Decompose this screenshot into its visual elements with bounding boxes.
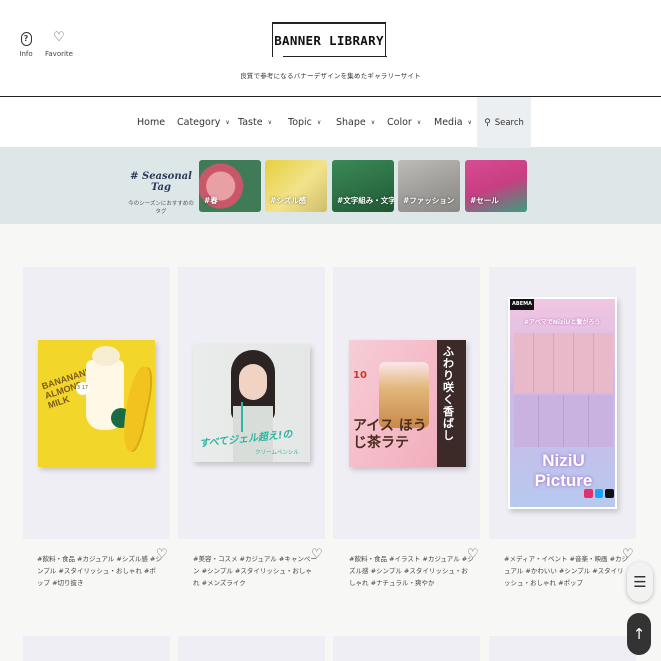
site-logo[interactable]: BANNER LIBRARY xyxy=(272,22,387,57)
banner-subline: クリームペンシル xyxy=(255,450,299,456)
pencil-icon xyxy=(241,402,243,432)
menu-icon[interactable]: ☰ xyxy=(627,562,653,602)
card-tags[interactable]: #飲料・食品 #イラスト #カジュアル #シズル感 #シンプル #スタイリッシュ… xyxy=(349,553,474,589)
banner-card-next-row[interactable] xyxy=(333,636,480,661)
search-icon: ⚲ xyxy=(484,117,491,128)
whipped-cream xyxy=(92,346,120,366)
banner-card-next-row[interactable] xyxy=(489,636,636,661)
banner-image[interactable]: ABEMA #アベマでNiziUと繋がろう NiziU Picture xyxy=(508,297,617,509)
nav-item-media[interactable]: Media ∨ xyxy=(434,97,472,148)
nav-label: Shape xyxy=(336,117,366,128)
banner-image[interactable]: すべてジェル超え!の クリームペンシル xyxy=(193,344,310,462)
number-badge: 10 xyxy=(353,370,367,381)
nav-item-topic[interactable]: Topic ∨ xyxy=(288,97,321,148)
nav-item-taste[interactable]: Taste ∨ xyxy=(238,97,272,148)
favorite-heart-icon[interactable]: ♡ xyxy=(311,547,323,562)
main-nav: Home Category ∨ Taste ∨ Topic ∨ Shape ∨ Colo… xyxy=(0,97,661,148)
nav-label: Topic xyxy=(288,117,312,128)
date-badge: 3 17 xyxy=(76,382,89,395)
seasonal-tag-label: #シズル感 xyxy=(270,196,307,205)
seasonal-title-block: # Seasonal Tag 今のシーズンにおすすめのタグ xyxy=(126,171,196,215)
seasonal-tag-label: #春 xyxy=(204,196,218,205)
twitter-icon xyxy=(594,489,604,498)
chevron-down-icon: ∨ xyxy=(467,119,472,126)
seasonal-subtitle: 今のシーズンにおすすめのタグ xyxy=(128,201,194,215)
seasonal-tag-tile[interactable]: #シズル感 xyxy=(265,160,327,212)
info-label: Info xyxy=(19,50,33,58)
site-header: ? Info ♡ Favorite BANNER LIBRARY 良質で参考にな… xyxy=(0,0,661,97)
banner-headline: NiziU Picture xyxy=(534,451,593,490)
favorite-heart-icon[interactable]: ♡ xyxy=(156,547,168,562)
seasonal-tag-strip: # Seasonal Tag 今のシーズンにおすすめのタグ #春 #シズル感 #… xyxy=(0,148,661,224)
nav-item-category[interactable]: Category ∨ xyxy=(177,97,230,148)
banner-card-next-row[interactable] xyxy=(178,636,325,661)
seasonal-tag-label: #文字組み・文字だけ xyxy=(337,196,394,205)
banner-card-next-row[interactable] xyxy=(23,636,170,661)
banner-card[interactable]: ABEMA #アベマでNiziUと繋がろう NiziU Picture xyxy=(489,267,636,539)
card-tags[interactable]: #美容・コスメ #カジュアル #キャンペーン #シンプル #スタイリッシュ・おし… xyxy=(193,553,318,589)
group-photo-row-1 xyxy=(514,333,613,393)
nav-label: Media xyxy=(434,117,463,128)
seasonal-title: # Seasonal Tag xyxy=(130,171,192,193)
chevron-down-icon: ∨ xyxy=(370,119,376,126)
chevron-down-icon: ∨ xyxy=(316,119,322,126)
card-tags[interactable]: #メディア・イベント #音楽・映画 #カジュアル #かわいい #シンプル #スタ… xyxy=(504,553,629,589)
chevron-down-icon: ∨ xyxy=(267,119,272,126)
banner-headline: アイス ほうじ茶ラテ xyxy=(353,418,427,451)
search-label: Search xyxy=(494,117,524,128)
vertical-copy: ふわり咲く 香ばし xyxy=(443,345,454,442)
site-tagline: 良質で参考になるバナーデザインを集めたギャラリーサイト xyxy=(240,72,421,80)
banner-card[interactable]: ふわり咲く 香ばし 10 アイス ほうじ茶ラテ xyxy=(333,267,480,539)
social-icons xyxy=(584,489,615,501)
seasonal-tag-tile[interactable]: #文字組み・文字だけ xyxy=(332,160,394,212)
seasonal-tag-tile[interactable]: #春 xyxy=(199,160,261,212)
nav-label: Category xyxy=(177,117,221,128)
banner-image[interactable]: ふわり咲く 香ばし 10 アイス ほうじ茶ラテ xyxy=(349,340,466,467)
card-tags[interactable]: #飲料・食品 #カジュアル #シズル感 #シンプル #スタイリッシュ・おしゃれ … xyxy=(37,553,162,589)
favorite-heart-icon[interactable]: ♡ xyxy=(622,547,634,562)
help-circle-icon: ? xyxy=(19,30,33,46)
heart-icon: ♡ xyxy=(53,30,65,45)
seasonal-tag-label: #ファッション xyxy=(403,196,455,205)
favorite-label: Favorite xyxy=(45,50,73,58)
nav-label: Color xyxy=(387,117,412,128)
nav-item-color[interactable]: Color ∨ xyxy=(387,97,421,148)
instagram-icon xyxy=(584,489,593,498)
nav-label: Home xyxy=(137,117,166,128)
banner-topline: #アベマでNiziUと繋がろう xyxy=(524,319,601,326)
favorite-link[interactable]: ♡ Favorite xyxy=(39,30,79,58)
favorite-heart-icon[interactable]: ♡ xyxy=(467,547,479,562)
banner-card[interactable]: BANANAN' ALMOND MILK 3 17 xyxy=(23,267,170,539)
group-photo-row-2 xyxy=(514,395,613,447)
banner-card[interactable]: すべてジェル超え!の クリームペンシル xyxy=(178,267,325,539)
search-button[interactable]: ⚲ Search xyxy=(477,97,531,148)
nav-label: Taste xyxy=(238,117,263,128)
seasonal-tag-tile[interactable]: #ファッション xyxy=(398,160,460,212)
abema-logo: ABEMA xyxy=(510,299,534,310)
tiktok-icon xyxy=(605,489,615,498)
chevron-down-icon: ∨ xyxy=(225,119,230,126)
logo-text: BANNER LIBRARY xyxy=(274,33,384,48)
nav-item-home[interactable]: Home xyxy=(137,97,165,148)
arrow-up-icon[interactable]: ↑ xyxy=(627,613,651,655)
seasonal-tag-label: #セール xyxy=(470,196,499,205)
banner-image[interactable]: BANANAN' ALMOND MILK 3 17 xyxy=(38,340,155,467)
nav-item-shape[interactable]: Shape ∨ xyxy=(336,97,375,148)
chevron-down-icon: ∨ xyxy=(416,119,422,126)
model-face xyxy=(239,364,267,400)
seasonal-tag-tile[interactable]: #セール xyxy=(465,160,527,212)
